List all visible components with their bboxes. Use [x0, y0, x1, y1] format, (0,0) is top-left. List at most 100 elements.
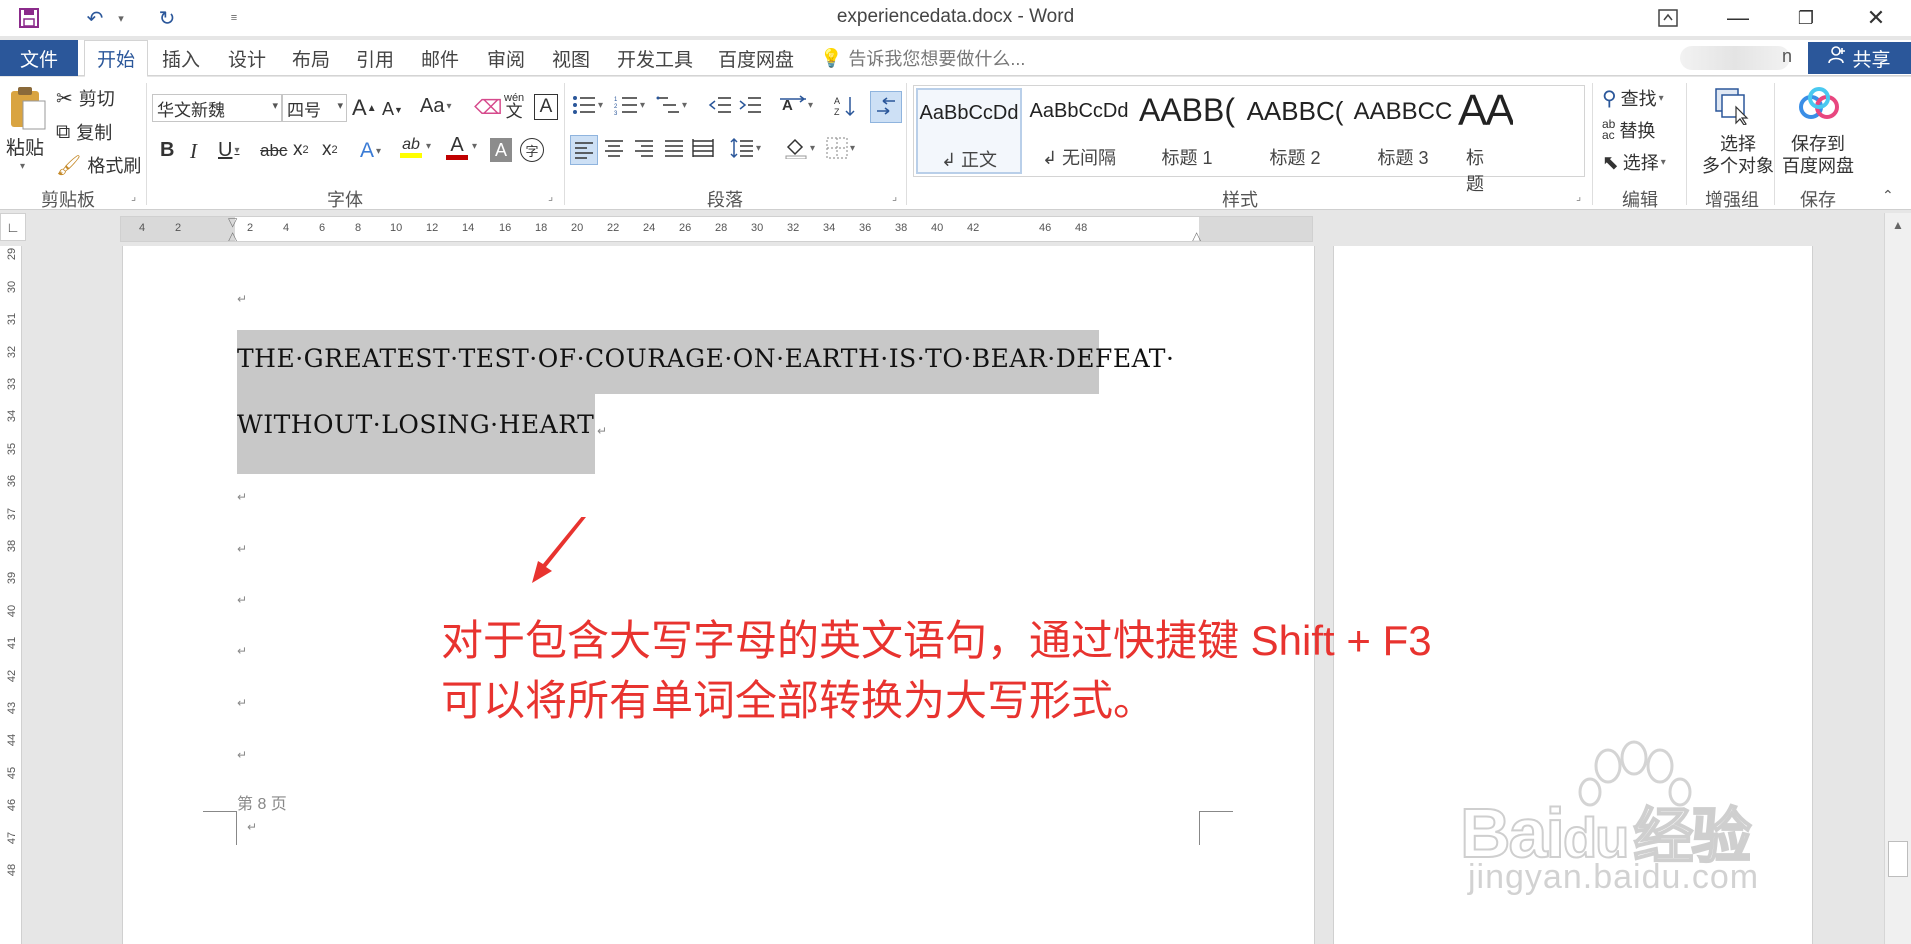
select-button[interactable]: ⬉ 选择 ▾ [1602, 149, 1666, 175]
asian-layout-icon: A [780, 95, 806, 114]
tab-file[interactable]: 文件 [0, 40, 78, 76]
tab-baidu-netdisk[interactable]: 百度网盘 [718, 40, 794, 76]
decrease-indent-button[interactable] [708, 95, 732, 115]
right-indent-marker[interactable]: △ [1192, 229, 1201, 241]
tab-design[interactable]: 设计 [228, 40, 266, 76]
align-right-button[interactable] [634, 139, 654, 157]
font-launcher-icon[interactable]: ⌟ [548, 190, 553, 203]
superscript-button[interactable]: x2 [322, 139, 338, 161]
font-name-combo[interactable]: 华文新魏 ▾ [152, 94, 282, 122]
select-multiple-objects-button[interactable]: 选择 多个对象 [1702, 133, 1774, 177]
font-color-dropdown-icon[interactable]: ▾ [472, 141, 477, 152]
character-border-button[interactable]: A [534, 94, 558, 120]
tab-selector[interactable]: ∟ [0, 213, 26, 241]
subscript-button[interactable]: x2 [293, 139, 309, 161]
increase-indent-button[interactable] [738, 95, 762, 115]
paragraph-mark: ↵ [247, 820, 258, 834]
text-direction-button[interactable]: A ▾ [780, 95, 813, 115]
scrollbar-thumb[interactable] [1888, 841, 1908, 877]
tell-me-search[interactable]: 💡 告诉我您想要做什么... [820, 40, 1025, 76]
style-heading-3[interactable]: AABBCC 标题 3 [1350, 88, 1456, 174]
select-multiple-objects-icon[interactable] [1714, 87, 1750, 125]
find-button[interactable]: ⚲ 查找 ▾ [1602, 85, 1664, 111]
shading-button[interactable]: ▾ [784, 137, 815, 159]
highlight-dropdown-icon[interactable]: ▾ [426, 141, 431, 152]
annotation-arrow [532, 517, 586, 583]
clipboard-launcher-icon[interactable]: ⌟ [131, 190, 136, 203]
first-line-indent-marker[interactable]: ▽ [228, 217, 237, 229]
cut-button[interactable]: ✂ 剪切 [56, 85, 115, 111]
bold-button[interactable]: B [160, 139, 174, 162]
left-indent-marker[interactable]: △ [228, 229, 237, 241]
format-painter-button[interactable]: 🖌 格式刷 [56, 152, 141, 178]
tab-layout[interactable]: 布局 [292, 40, 330, 76]
style-name: 标题 3 [1377, 148, 1429, 168]
enclose-characters-button[interactable]: 字 [520, 138, 544, 162]
style-no-spacing[interactable]: AaBbCcDd ↲ 无间隔 [1026, 88, 1132, 174]
bullets-button[interactable]: ▾ [572, 95, 603, 115]
redo-icon[interactable]: ↻ [150, 4, 184, 32]
tab-insert[interactable]: 插入 [162, 40, 200, 76]
paste-button[interactable] [6, 85, 48, 131]
line-spacing-button[interactable]: ▾ [730, 137, 761, 159]
shrink-font-button[interactable]: A ▼ [382, 99, 403, 120]
horizontal-ruler[interactable]: 4 2 2 4 6 8 10 12 14 16 18 20 22 24 26 28 30 32 34 36 38 40 42… [120, 216, 1313, 242]
document-page[interactable]: ↵ THE·GREATEST·TEST·OF·COURAGE·ON·EARTH·… [122, 246, 1315, 944]
tab-home[interactable]: 开始 [84, 40, 149, 77]
style-title[interactable]: AA 标题 [1458, 86, 1513, 194]
tab-view[interactable]: 视图 [552, 40, 590, 76]
sort-button[interactable]: AZ [834, 95, 856, 117]
minimize-button[interactable]: — [1708, 0, 1768, 36]
paragraph-launcher-icon[interactable]: ⌟ [892, 190, 897, 203]
style-normal[interactable]: AaBbCcDd ↲ 正文 [916, 88, 1022, 174]
multilevel-list-button[interactable]: ▾ [656, 95, 687, 115]
paste-dropdown-icon[interactable]: ▾ [20, 161, 25, 172]
borders-button[interactable]: ▾ [826, 137, 855, 159]
format-painter-label: 格式刷 [87, 156, 142, 176]
strikethrough-button[interactable]: abc [260, 141, 287, 161]
copy-button[interactable]: ⧉ 复制 [56, 119, 112, 145]
numbering-button[interactable]: 1 2 3 ▾ [614, 95, 645, 115]
change-case-button[interactable]: Aa ▾ [420, 95, 452, 118]
style-heading-1[interactable]: AABB( 标题 1 [1134, 88, 1240, 174]
highlight-button[interactable]: ab [400, 137, 422, 158]
vertical-ruler[interactable]: 2829303132333435363738394041424344454647… [0, 246, 22, 944]
tab-developer[interactable]: 开发工具 [617, 40, 693, 76]
save-to-baidu-button[interactable]: 保存到 百度网盘 [1782, 133, 1854, 177]
grow-font-button[interactable]: A ▲ [352, 95, 377, 121]
character-shading-button[interactable]: A [490, 138, 512, 162]
underline-button[interactable]: U ▾ [218, 139, 239, 162]
share-button[interactable]: 共享 [1808, 42, 1911, 74]
undo-dropdown-icon[interactable]: ▾ [114, 4, 128, 32]
styles-launcher-icon[interactable]: ⌟ [1576, 190, 1581, 203]
undo-icon[interactable]: ↶ [78, 4, 112, 32]
close-button[interactable]: ✕ [1846, 0, 1906, 36]
customize-quick-access-icon[interactable]: ≡ [224, 4, 244, 32]
tab-references[interactable]: 引用 [356, 40, 394, 76]
text-effects-button[interactable]: A ▾ [360, 139, 381, 163]
restore-button[interactable]: ❐ [1776, 0, 1836, 36]
font-size-combo[interactable]: 四号 ▾ [282, 94, 347, 122]
tab-review[interactable]: 审阅 [487, 40, 525, 76]
save-icon[interactable] [14, 4, 44, 32]
style-heading-2[interactable]: AABBC( 标题 2 [1242, 88, 1348, 174]
align-center-button[interactable] [604, 139, 624, 157]
document-text-line-2[interactable]: WITHOUT·LOSING·HEART [237, 410, 594, 439]
distributed-button[interactable] [692, 139, 714, 157]
italic-button[interactable]: I [190, 139, 197, 164]
ribbon-display-options-icon[interactable] [1638, 0, 1698, 36]
vertical-scrollbar[interactable]: ▲ [1884, 213, 1911, 944]
baidu-netdisk-icon[interactable] [1798, 87, 1840, 125]
font-color-button[interactable]: A [446, 135, 468, 160]
clear-formatting-button[interactable]: ⌫ [474, 95, 502, 120]
justify-button[interactable] [664, 139, 684, 157]
scroll-up-icon[interactable]: ▲ [1885, 213, 1911, 237]
align-left-button[interactable] [570, 135, 598, 165]
phonetic-guide-button[interactable]: wén 文 [504, 91, 524, 120]
tab-mailings[interactable]: 邮件 [421, 40, 459, 76]
collapse-ribbon-icon[interactable]: ⌃ [1882, 187, 1894, 204]
document-text-line-1[interactable]: THE·GREATEST·TEST·OF·COURAGE·ON·EARTH·IS… [237, 344, 1174, 373]
account-avatar-blurred[interactable] [1680, 46, 1790, 70]
replace-button[interactable]: ab ac 替换 [1602, 117, 1655, 143]
show-formatting-marks-button[interactable] [870, 91, 902, 123]
